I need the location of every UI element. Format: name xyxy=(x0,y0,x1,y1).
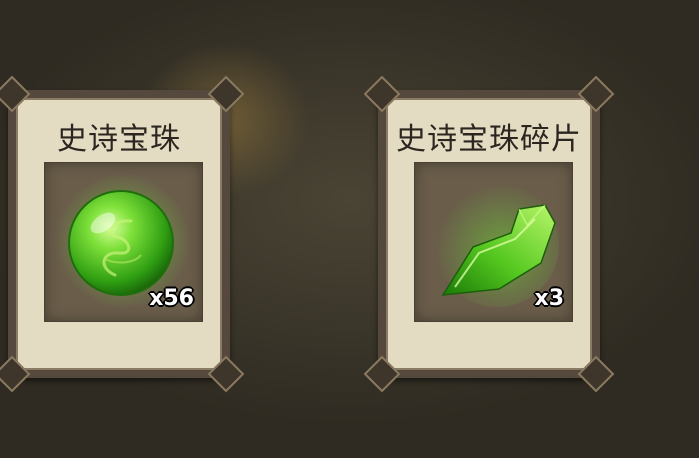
item-count: x56 xyxy=(149,286,194,311)
item-name: 史诗宝珠碎片 xyxy=(396,122,582,157)
item-slot[interactable]: x56 xyxy=(44,162,203,322)
item-slot[interactable]: x3 xyxy=(414,162,573,322)
item-count: x3 xyxy=(534,286,565,311)
item-name: 史诗宝珠 xyxy=(57,122,181,157)
reward-card-epic-orb-shard[interactable]: 史诗宝珠碎片 x3 xyxy=(363,75,615,393)
reward-card-epic-orb[interactable]: 史诗宝珠 x56 xyxy=(0,75,245,393)
